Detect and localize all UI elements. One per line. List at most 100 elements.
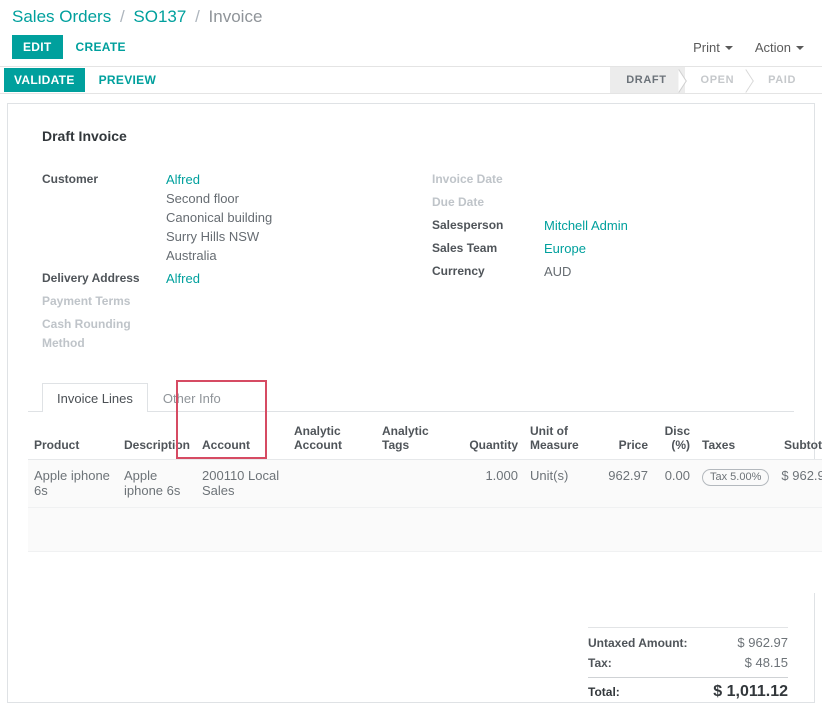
action-menu-button[interactable]: Action bbox=[747, 36, 812, 59]
print-menu-button[interactable]: Print bbox=[685, 36, 741, 59]
tab-other-info[interactable]: Other Info bbox=[148, 383, 236, 412]
field-group-right: Invoice Date Due Date Salesperson Mitche… bbox=[418, 170, 794, 357]
col-analytic-tags[interactable]: Analytic Tags bbox=[376, 418, 450, 460]
cell-filler bbox=[28, 551, 822, 593]
total-untaxed-amount: Untaxed Amount: $ 962.97 bbox=[588, 633, 788, 653]
field-payment-terms: Payment Terms bbox=[42, 292, 418, 311]
field-delivery-address: Delivery Address Alfred bbox=[42, 269, 418, 288]
breadcrumb: Sales Orders / SO137 / Invoice bbox=[0, 0, 822, 30]
cell-subtotal[interactable]: $ 962.97 bbox=[764, 459, 822, 508]
field-invoice-date-label: Invoice Date bbox=[432, 172, 503, 186]
field-salesperson-label: Salesperson bbox=[432, 218, 504, 232]
col-description[interactable]: Description bbox=[118, 418, 196, 460]
cell-account[interactable]: 200110 Local Sales bbox=[196, 459, 288, 508]
field-delivery-address-value[interactable]: Alfred bbox=[166, 269, 200, 288]
tab-invoice-lines[interactable]: Invoice Lines bbox=[42, 383, 148, 412]
field-currency-value[interactable]: AUD bbox=[544, 262, 571, 281]
breadcrumb-record[interactable]: SO137 bbox=[133, 7, 186, 26]
stage-pipeline: DRAFT OPEN PAID bbox=[610, 67, 822, 93]
col-taxes[interactable]: Taxes bbox=[696, 418, 764, 460]
field-invoice-date: Invoice Date bbox=[432, 170, 794, 189]
status-bar-buttons: VALIDATE PREVIEW bbox=[0, 67, 166, 93]
customer-address-line-3: Surry Hills NSW bbox=[166, 229, 260, 244]
field-sales-team-label: Sales Team bbox=[432, 241, 498, 255]
total-tax: Tax: $ 48.15 bbox=[588, 653, 788, 673]
total-tax-value: $ 48.15 bbox=[744, 655, 788, 670]
field-customer-value[interactable]: Alfred bbox=[166, 170, 272, 189]
cell-description[interactable]: Apple iphone 6s bbox=[118, 459, 196, 508]
cell-taxes[interactable]: Tax 5.00% bbox=[696, 459, 770, 508]
col-analytic-account[interactable]: Analytic Account bbox=[288, 418, 376, 460]
col-unit-of-measure[interactable]: Unit of Measure bbox=[524, 418, 592, 460]
breadcrumb-sales-orders[interactable]: Sales Orders bbox=[12, 7, 111, 26]
cell-analytic-tags[interactable] bbox=[376, 459, 450, 508]
cell-price[interactable]: 962.97 bbox=[592, 459, 654, 508]
field-currency: Currency AUD bbox=[432, 262, 794, 281]
notebook: Invoice Lines Other Info Product Descrip… bbox=[28, 383, 822, 593]
field-salesperson-value[interactable]: Mitchell Admin bbox=[544, 216, 628, 235]
total-grand: Total: $ 1,011.12 bbox=[588, 677, 788, 702]
total-grand-value: $ 1,011.12 bbox=[713, 683, 788, 700]
cell-analytic-account[interactable] bbox=[288, 459, 376, 508]
total-untaxed-amount-value: $ 962.97 bbox=[737, 635, 788, 650]
field-sales-team: Sales Team Europe bbox=[432, 239, 794, 258]
field-customer-label: Customer bbox=[42, 172, 99, 186]
cell-product[interactable]: Apple iphone 6s bbox=[28, 459, 118, 508]
cell-empty[interactable] bbox=[28, 507, 822, 552]
cell-discount[interactable]: 0.00 bbox=[654, 459, 696, 508]
tax-badge: Tax 5.00% bbox=[702, 469, 770, 486]
field-payment-terms-label: Payment Terms bbox=[42, 294, 131, 308]
col-quantity[interactable]: Quantity bbox=[450, 418, 524, 460]
action-menu-label: Action bbox=[754, 39, 791, 55]
validate-button[interactable]: VALIDATE bbox=[4, 68, 85, 92]
page-title: Draft Invoice bbox=[42, 128, 127, 144]
table-row[interactable]: Apple iphone 6s Apple iphone 6s 200110 L… bbox=[28, 459, 822, 508]
field-delivery-address-label: Delivery Address bbox=[42, 271, 140, 285]
chevron-down-icon bbox=[724, 46, 733, 51]
create-button[interactable]: CREATE bbox=[67, 35, 135, 59]
table-row-empty[interactable] bbox=[28, 507, 822, 552]
totals-block: Untaxed Amount: $ 962.97 Tax: $ 48.15 To… bbox=[588, 627, 788, 702]
field-cash-rounding-method-label: Cash Rounding Method bbox=[42, 317, 131, 350]
field-sales-team-value[interactable]: Europe bbox=[544, 239, 586, 258]
field-currency-label: Currency bbox=[432, 264, 485, 278]
preview-button[interactable]: PREVIEW bbox=[89, 68, 166, 92]
cell-quantity[interactable]: 1.000 bbox=[450, 459, 524, 508]
col-price[interactable]: Price bbox=[592, 418, 654, 460]
customer-address-line-1: Second floor bbox=[166, 191, 239, 206]
invoice-lines-table: Product Description Account Analytic Acc… bbox=[28, 418, 822, 593]
totals-section: Untaxed Amount: $ 962.97 Tax: $ 48.15 To… bbox=[28, 627, 794, 702]
breadcrumb-separator-2: / bbox=[195, 7, 200, 26]
stage-open[interactable]: OPEN bbox=[685, 67, 753, 93]
field-cash-rounding-method: Cash Rounding Method bbox=[42, 315, 418, 353]
col-product[interactable]: Product bbox=[28, 418, 118, 460]
edit-button[interactable]: EDIT bbox=[12, 35, 63, 59]
table-row-filler bbox=[28, 551, 822, 593]
status-bar-spacer bbox=[166, 67, 610, 93]
stage-draft[interactable]: DRAFT bbox=[610, 67, 685, 93]
status-bar: VALIDATE PREVIEW DRAFT OPEN PAID bbox=[0, 67, 822, 94]
stage-paid[interactable]: PAID bbox=[752, 67, 814, 93]
total-grand-label: Total: bbox=[588, 685, 620, 699]
field-customer: Customer Alfred Second floor Canonical b… bbox=[42, 170, 418, 265]
print-menu-label: Print bbox=[693, 39, 720, 55]
col-subtotal[interactable]: Subtotal bbox=[764, 418, 822, 460]
col-discount[interactable]: Disc (%) bbox=[654, 418, 696, 460]
breadcrumb-separator-1: / bbox=[119, 7, 125, 26]
chevron-down-icon bbox=[796, 46, 804, 51]
field-due-date-label: Due Date bbox=[432, 195, 485, 209]
cell-unit-of-measure[interactable]: Unit(s) bbox=[524, 459, 592, 508]
total-tax-label: Tax: bbox=[588, 656, 612, 670]
col-account[interactable]: Account bbox=[196, 418, 288, 460]
control-panel: EDIT CREATE Print Action bbox=[0, 30, 822, 66]
invoice-sheet: Draft Invoice Customer Alfred Second flo… bbox=[7, 103, 822, 703]
field-due-date: Due Date bbox=[432, 193, 794, 212]
table-header-row: Product Description Account Analytic Acc… bbox=[28, 418, 822, 460]
customer-address-line-2: Canonical building bbox=[166, 210, 273, 225]
notebook-tabs: Invoice Lines Other Info bbox=[28, 383, 794, 412]
field-salesperson: Salesperson Mitchell Admin bbox=[432, 216, 794, 235]
field-group-left: Customer Alfred Second floor Canonical b… bbox=[42, 170, 418, 357]
field-groups: Customer Alfred Second floor Canonical b… bbox=[28, 170, 794, 357]
sheet-container: Draft Invoice Customer Alfred Second flo… bbox=[0, 94, 822, 703]
field-customer-value-wrap: Alfred Second floor Canonical building S… bbox=[166, 170, 272, 265]
